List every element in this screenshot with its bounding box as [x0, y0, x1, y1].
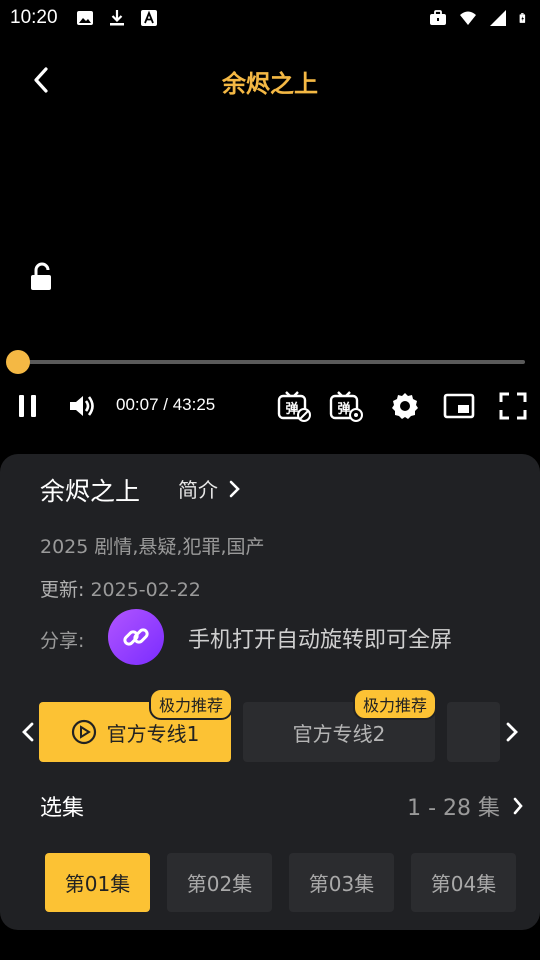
briefcase-icon [430, 10, 446, 25]
danmaku-toggle-button[interactable]: 弹 [276, 388, 312, 424]
status-right-icons [429, 9, 530, 27]
progress-thumb[interactable] [5, 350, 30, 374]
danmaku-settings-icon: 弹 [329, 391, 363, 422]
download-icon [109, 10, 124, 26]
info-panel: 余烬之上 简介 2025 剧情,悬疑,犯罪,国产 更新: 2025-02-22 … [0, 454, 540, 930]
update-line: 更新: 2025-02-22 [40, 575, 201, 602]
chevron-right-icon[interactable] [500, 720, 524, 744]
line-tab-1[interactable]: 官方专线1 极力推荐 [39, 688, 234, 762]
play-circle-icon [71, 719, 96, 745]
video-player[interactable]: 00:07 / 43:25 弹 弹 [0, 110, 540, 440]
year-genre: 2025 剧情,悬疑,犯罪,国产 [40, 536, 265, 558]
episode-button-4[interactable]: 第04集 [411, 853, 516, 912]
picture-in-picture-icon [443, 393, 475, 419]
player-controls: 00:07 / 43:25 弹 弹 [0, 388, 540, 424]
danmaku-settings-button[interactable]: 弹 [328, 388, 364, 424]
episode-button-2[interactable]: 第02集 [167, 853, 272, 912]
pause-button[interactable] [10, 388, 46, 424]
line-tab-2[interactable]: 官方专线2 极力推荐 [243, 688, 438, 762]
image-icon [76, 11, 93, 25]
settings-button[interactable] [387, 388, 423, 424]
volume-icon [70, 396, 94, 416]
time-display: 00:07 / 43:25 [116, 395, 216, 414]
chevron-left-icon[interactable] [16, 720, 40, 744]
line-tab-label: 官方专线2 [292, 721, 386, 746]
line-tab-label: 官方专线1 [106, 721, 200, 746]
chevron-right-icon [229, 480, 240, 497]
update-label: 更新: [40, 579, 85, 601]
progress-bar[interactable] [5, 350, 525, 374]
page-title: 余烬之上 [222, 70, 318, 98]
status-bar: 10:20 [0, 0, 540, 36]
episode-list: 第01集 第02集 第03集 第04集 [45, 853, 516, 912]
share-link-button[interactable] [108, 609, 164, 665]
fullscreen-icon [499, 392, 527, 420]
svg-text:弹: 弹 [337, 401, 350, 417]
chevron-right-icon [513, 797, 523, 815]
show-title: 余烬之上 [40, 477, 141, 506]
intro-label: 简介 [178, 478, 218, 502]
line-selector: 官方专线1 极力推荐 官方专线2 极力推荐 [0, 688, 540, 764]
signal-icon [490, 10, 506, 26]
fullscreen-button[interactable] [495, 388, 531, 424]
gear-icon [392, 393, 418, 419]
episodes-range-link[interactable]: 1 - 28 集 [407, 790, 524, 822]
episode-button-1[interactable]: 第01集 [45, 853, 150, 912]
link-icon [123, 628, 149, 646]
episode-button-3[interactable]: 第03集 [289, 853, 394, 912]
unlock-icon[interactable] [28, 262, 56, 292]
wifi-icon [460, 11, 476, 25]
update-date: 2025-02-22 [90, 579, 201, 601]
intro-link[interactable]: 简介 [178, 474, 242, 503]
danmaku-off-icon: 弹 [277, 391, 311, 422]
pause-icon [19, 395, 36, 417]
pip-button[interactable] [441, 388, 477, 424]
volume-button[interactable] [64, 388, 100, 424]
recommend-badge: 极力推荐 [353, 688, 438, 720]
recommend-badge: 极力推荐 [149, 688, 234, 720]
battery-icon [519, 13, 526, 23]
share-label: 分享: [40, 630, 85, 652]
header: 余烬之上 [0, 52, 540, 108]
a-icon [140, 10, 157, 26]
rotate-hint: 手机打开自动旋转即可全屏 [188, 628, 453, 653]
episodes-heading: 选集 [40, 796, 85, 821]
svg-text:弹: 弹 [285, 401, 298, 417]
status-left-icons [76, 9, 158, 27]
episodes-range: 1 - 28 集 [407, 796, 500, 821]
line-tab-3-partial[interactable] [447, 702, 500, 762]
status-time: 10:20 [10, 7, 58, 28]
